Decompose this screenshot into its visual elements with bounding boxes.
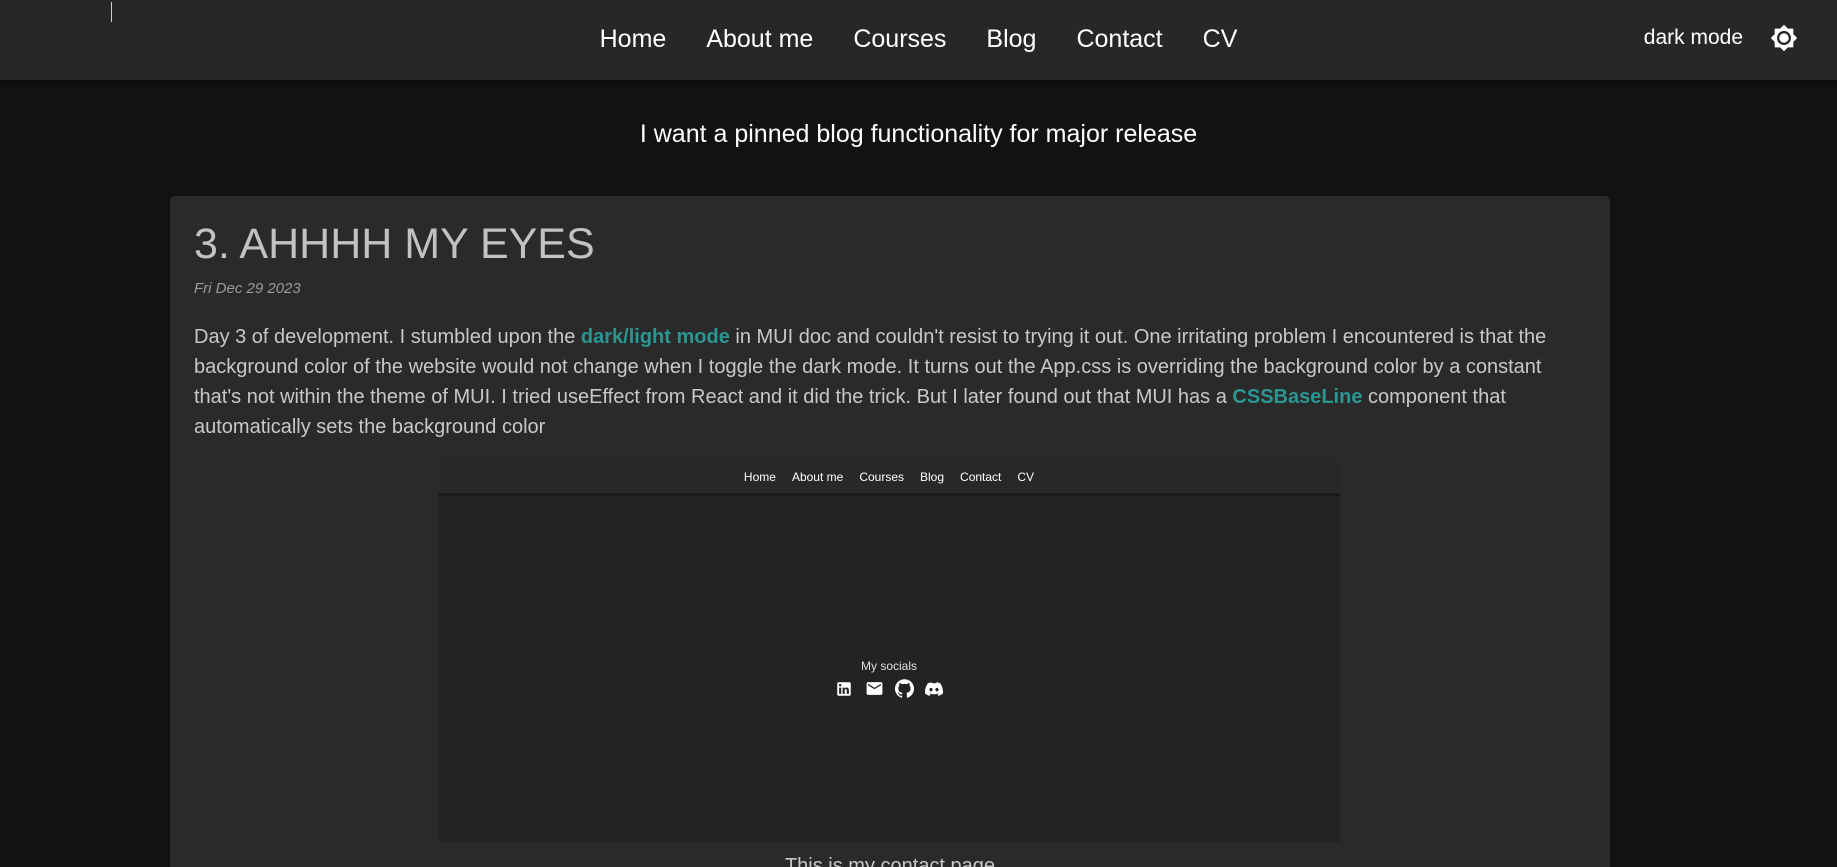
email-icon bbox=[865, 679, 884, 698]
nav-item-contact[interactable]: Contact bbox=[1076, 25, 1162, 56]
discord-icon bbox=[925, 679, 944, 698]
screenshot-socials-title: My socials bbox=[860, 659, 917, 673]
screenshot-social-icons bbox=[438, 679, 1340, 698]
screenshot-nav-item: Courses bbox=[859, 470, 904, 484]
nav-item-cv[interactable]: CV bbox=[1203, 25, 1238, 56]
mode-switcher: dark mode bbox=[1644, 20, 1799, 56]
blog-post-card: 3. AHHHH MY EYES Fri Dec 29 2023 Day 3 o… bbox=[170, 196, 1610, 867]
post-body-text: Day 3 of development. I stumbled upon th… bbox=[194, 326, 581, 348]
screenshot-nav-item: Blog bbox=[920, 470, 945, 484]
nav-item-home[interactable]: Home bbox=[600, 25, 667, 56]
post-date: Fri Dec 29 2023 bbox=[194, 280, 301, 297]
post-screenshot: Home About me Courses Blog Contact CV My… bbox=[438, 461, 1340, 842]
post-title: 3. AHHHH MY EYES bbox=[194, 220, 595, 268]
main-nav: Home About me Courses Blog Contact CV bbox=[0, 0, 1837, 80]
mode-label: dark mode bbox=[1643, 26, 1743, 49]
nav-item-blog[interactable]: Blog bbox=[986, 25, 1036, 56]
screenshot-nav: Home About me Courses Blog Contact CV bbox=[438, 461, 1340, 496]
brightness-icon[interactable] bbox=[1769, 23, 1799, 53]
app-bar: Home About me Courses Blog Contact CV da… bbox=[0, 0, 1837, 80]
github-icon bbox=[894, 679, 914, 698]
screenshot-nav-item: Home bbox=[743, 470, 776, 484]
cssbaseline-link[interactable]: CSSBaseLine bbox=[1232, 386, 1362, 408]
nav-item-courses[interactable]: Courses bbox=[853, 25, 946, 56]
screenshot-nav-item: CV bbox=[1017, 470, 1035, 484]
nav-item-about[interactable]: About me bbox=[706, 25, 813, 56]
linkedin-icon bbox=[835, 679, 854, 698]
dark-light-mode-link[interactable]: dark/light mode bbox=[581, 326, 730, 348]
screenshot-nav-item: About me bbox=[791, 470, 844, 484]
screenshot-caption: This is my contact page bbox=[784, 855, 996, 867]
post-body: Day 3 of development. I stumbled upon th… bbox=[194, 322, 1586, 442]
announcement-text: I want a pinned blog functionality for m… bbox=[639, 120, 1198, 148]
screenshot-nav-item: Contact bbox=[960, 470, 1002, 484]
